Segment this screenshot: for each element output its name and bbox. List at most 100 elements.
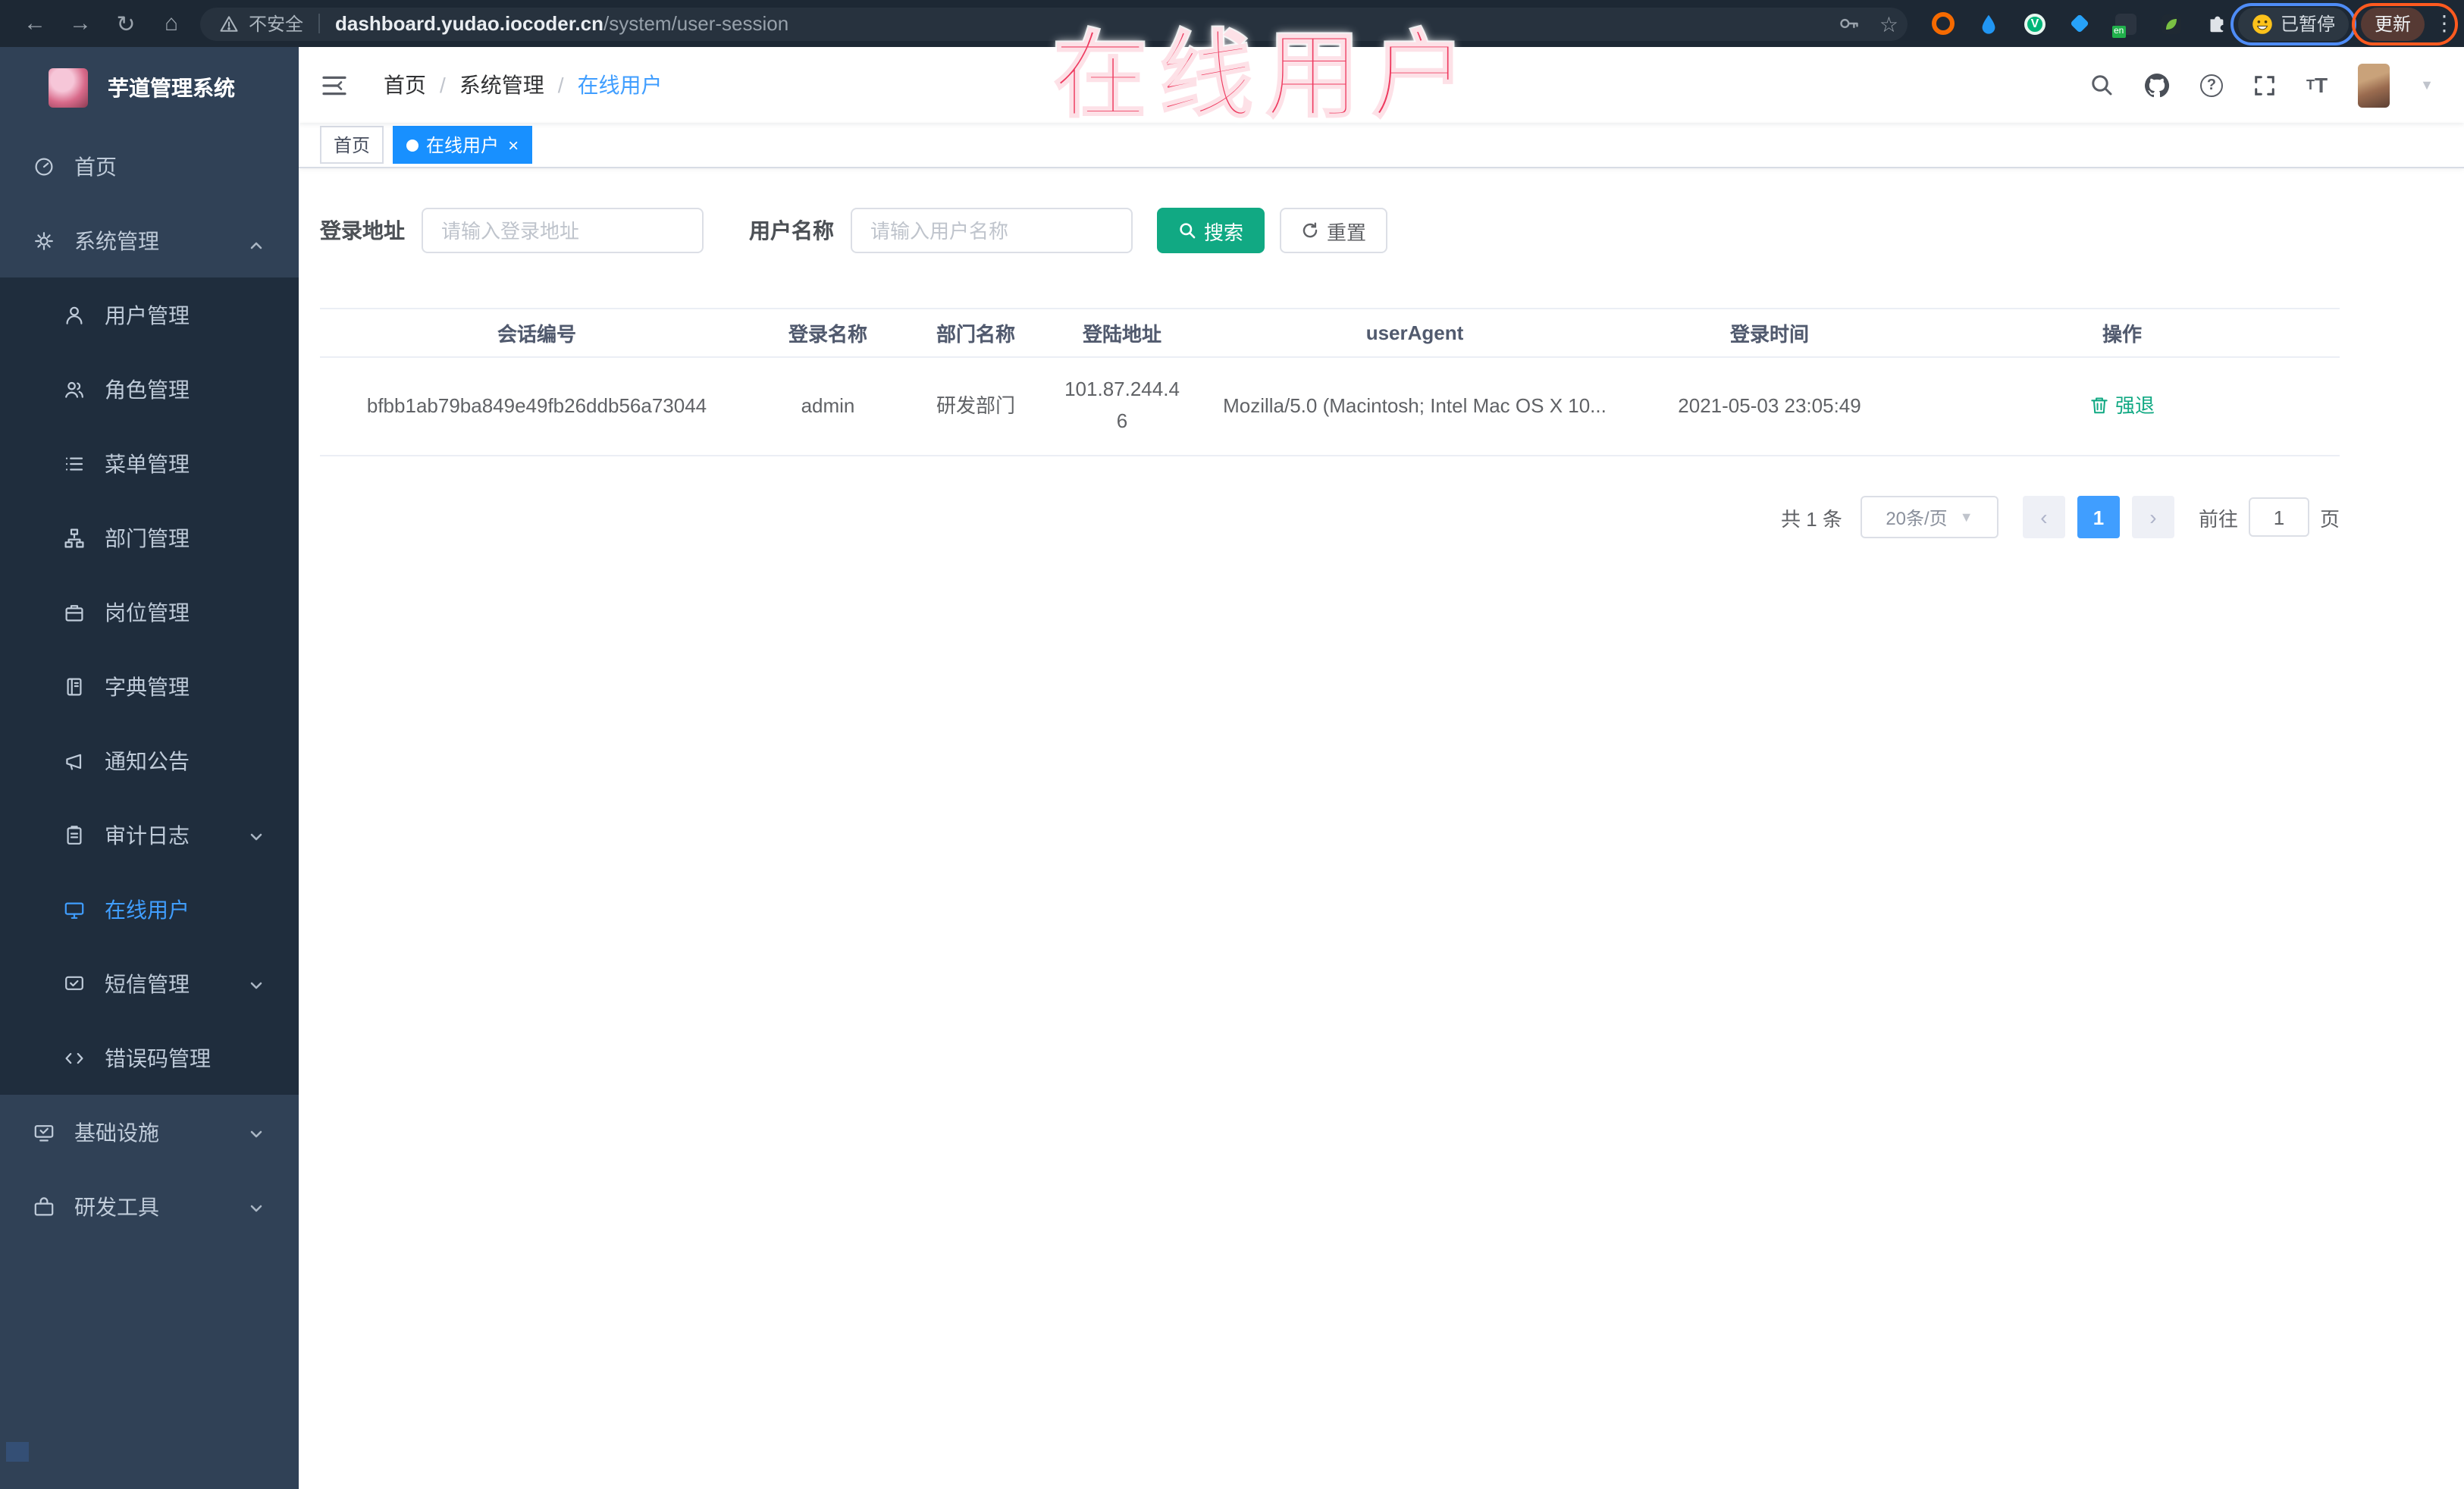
sidebar-item-error-code[interactable]: 错误码管理 <box>0 1020 299 1095</box>
search-icon[interactable] <box>2089 73 2114 97</box>
total-count: 共 1 条 <box>1781 507 1842 530</box>
sidebar-logo[interactable]: 芋道管理系统 <box>0 47 299 129</box>
force-logout-link[interactable]: 强退 <box>2089 390 2155 422</box>
current-page-button[interactable]: 1 <box>2077 496 2120 538</box>
sidebar-item-dict-mgmt[interactable]: 字典管理 <box>0 649 299 723</box>
extension-icon-orange-ring[interactable] <box>1932 11 1956 36</box>
update-button[interactable]: 更新 <box>2360 7 2425 40</box>
user-icon <box>64 304 88 325</box>
extension-icon-leaf[interactable] <box>2159 11 2183 36</box>
breadcrumb: 首页 / 系统管理 / 在线用户 <box>384 70 663 100</box>
sidebar-item-notice[interactable]: 通知公告 <box>0 723 299 798</box>
help-icon[interactable]: ? <box>2200 74 2224 96</box>
login-address-input[interactable] <box>422 208 704 253</box>
font-size-icon[interactable]: TT <box>2306 73 2328 97</box>
sidebar-item-audit-log[interactable]: 审计日志 <box>0 798 299 872</box>
tabbar: 首页 在线用户 × <box>299 123 2464 168</box>
dashboard-icon <box>33 155 58 177</box>
column-header: 会话编号 <box>497 323 576 346</box>
tab-view[interactable]: 首页 <box>320 126 384 164</box>
sessions-table: 会话编号 登录名称 部门名称 登陆地址 userAgent 登录时间 操作 bfbb1ab7… <box>320 308 2340 456</box>
page-size-select[interactable]: 20条/页 ▼ <box>1860 496 1998 538</box>
page-unit-label: 页 <box>2319 507 2340 530</box>
book-icon <box>64 676 88 697</box>
search-button[interactable]: 搜索 <box>1157 208 1265 253</box>
reload-icon[interactable]: ↻ <box>103 5 149 42</box>
table-header: 会话编号 登录名称 部门名称 登陆地址 userAgent 登录时间 操作 <box>320 308 2340 358</box>
sidebar-item-dept-mgmt[interactable]: 部门管理 <box>0 500 299 575</box>
update-group: 更新 ⋮ <box>2351 2 2458 45</box>
breadcrumb-item: 在线用户 <box>577 73 663 97</box>
divider <box>318 14 321 33</box>
scroll-indicator <box>6 1442 29 1462</box>
extension-icon-blue-drop[interactable] <box>1977 11 2002 36</box>
chevron-down-icon[interactable]: ▼ <box>2420 77 2434 92</box>
avatar[interactable] <box>2358 63 2390 107</box>
list-icon <box>64 453 88 474</box>
column-header: 登陆地址 <box>1082 323 1161 346</box>
back-icon[interactable]: ← <box>12 5 58 42</box>
sidebar-item-home[interactable]: 首页 <box>0 129 299 203</box>
sidebar-item-role-mgmt[interactable]: 角色管理 <box>0 352 299 426</box>
key-icon[interactable] <box>1839 12 1861 35</box>
login-ip: 101.87.244.46 <box>1064 378 1180 432</box>
breadcrumb-separator: / <box>440 73 446 97</box>
sidebar-item-user-mgmt[interactable]: 用户管理 <box>0 277 299 352</box>
refresh-icon <box>1301 221 1319 240</box>
code-icon <box>64 1047 88 1068</box>
address-bar[interactable]: 不安全 dashboard.yudao.iocoder.cn/system/us… <box>200 7 1908 40</box>
sidebar-item-post-mgmt[interactable]: 岗位管理 <box>0 575 299 649</box>
pagination: 共 1 条 20条/页 ▼ ‹ 1 › 前往 页 <box>320 496 2340 538</box>
message-icon <box>64 973 88 994</box>
hamburger-icon[interactable] <box>321 74 347 96</box>
prev-page-button[interactable]: ‹ <box>2022 496 2065 538</box>
sidebar-item-dev-tools[interactable]: 研发工具 <box>0 1169 299 1243</box>
extension-icon-green-v[interactable]: V <box>2023 11 2047 36</box>
sidebar-item-infrastructure[interactable]: 基础设施 <box>0 1095 299 1169</box>
sidebar-item-online-user[interactable]: 在线用户 <box>0 872 299 946</box>
app-title: 芋道管理系统 <box>108 76 235 100</box>
users-icon <box>64 378 88 400</box>
profile-status-label: 已暂停 <box>2280 14 2335 35</box>
extensions-row: V en <box>1932 11 2229 37</box>
chevron-down-icon <box>247 826 265 850</box>
sidebar: 芋道管理系统 首页 系统管理 用户管理 角色管理 菜单管理 部门管理 岗位管理 字典管理 通知公… <box>0 47 299 1489</box>
breadcrumb-separator: / <box>557 73 564 97</box>
reset-button[interactable]: 重置 <box>1280 208 1388 253</box>
security-label: 不安全 <box>249 14 304 35</box>
trash-icon <box>2089 397 2109 416</box>
page-content: 登录地址 用户名称 搜索 重置 会话编号登录名称部 <box>299 168 2464 538</box>
profile-chip[interactable]: 已暂停 <box>2230 2 2356 45</box>
extensions-puzzle-icon[interactable] <box>2205 11 2229 36</box>
toolbox-icon <box>33 1196 58 1217</box>
tree-icon <box>64 527 88 548</box>
breadcrumb-item[interactable]: 系统管理 <box>459 70 544 100</box>
gear-icon <box>33 230 58 251</box>
next-page-button[interactable]: › <box>2131 496 2174 538</box>
bookmark-star-icon[interactable]: ☆ <box>1879 13 1898 34</box>
breadcrumb-item[interactable]: 首页 <box>384 70 426 100</box>
goto-label: 前往 <box>2198 507 2238 530</box>
table-row: bfbb1ab79ba849e49fb26ddb56a73044 admin 研发部… <box>320 358 2340 456</box>
sidebar-item-system-mgmt[interactable]: 系统管理 <box>0 203 299 277</box>
github-icon[interactable] <box>2144 72 2170 98</box>
column-header: 操作 <box>2102 323 2142 346</box>
column-header: 登录时间 <box>1729 323 1809 346</box>
close-icon[interactable]: × <box>508 136 519 154</box>
fullscreen-icon[interactable] <box>2253 74 2276 96</box>
browser-menu-icon[interactable]: ⋮ <box>2434 11 2455 36</box>
chevron-down-icon <box>247 1197 265 1221</box>
magnifier-icon <box>1178 221 1196 240</box>
extension-icon-translate-en[interactable]: en <box>2111 11 2138 37</box>
logo-image <box>49 68 88 108</box>
browser-toolbar: ← → ↻ ⌂ 不安全 dashboard.yudao.iocoder.cn/s… <box>0 0 2464 47</box>
sidebar-item-sms-mgmt[interactable]: 短信管理 <box>0 946 299 1020</box>
goto-page-input[interactable] <box>2248 497 2309 537</box>
username-input[interactable] <box>851 208 1133 253</box>
url-path: /system/user-session <box>603 12 789 35</box>
home-icon[interactable]: ⌂ <box>149 5 194 42</box>
sidebar-item-menu-mgmt[interactable]: 菜单管理 <box>0 426 299 500</box>
tab-view[interactable]: 在线用户 × <box>393 126 533 164</box>
extension-icon-blue-gem[interactable] <box>2068 11 2093 36</box>
forward-icon[interactable]: → <box>58 5 103 42</box>
